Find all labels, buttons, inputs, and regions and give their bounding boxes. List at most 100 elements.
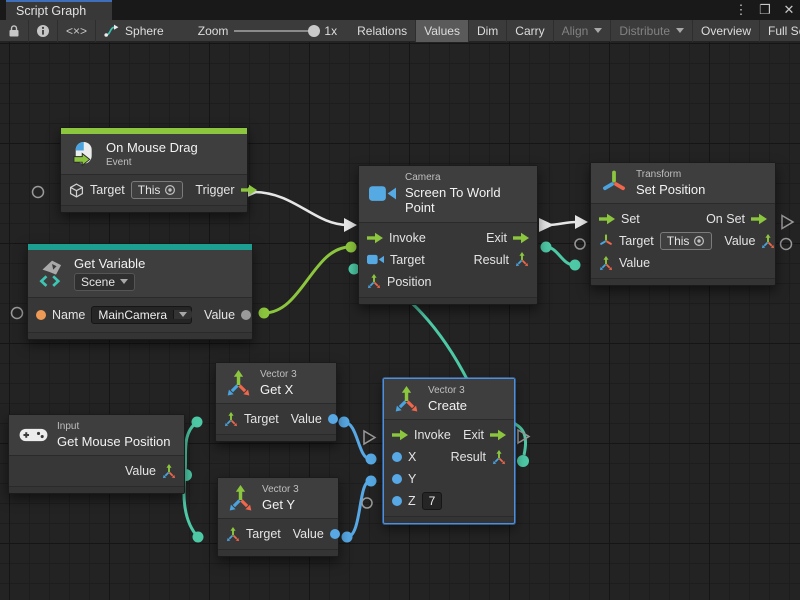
- value-output-port[interactable]: [241, 310, 251, 320]
- vector3-port-icon[interactable]: [515, 252, 529, 267]
- vector3-icon: [394, 386, 419, 413]
- node-header: Get Variable Scene: [28, 250, 252, 297]
- graph-name: Sphere: [125, 24, 164, 38]
- node-body: Target This Trigger: [61, 174, 247, 205]
- variable-picker-button[interactable]: [173, 310, 192, 319]
- dim-button[interactable]: Dim: [469, 20, 507, 42]
- wire-end-arrow-icon: [575, 215, 588, 229]
- node-category: Camera: [405, 172, 527, 184]
- wire-endpoint-dot: [570, 260, 581, 271]
- variable-scope-dropdown[interactable]: Scene: [74, 273, 135, 291]
- node-get-y[interactable]: Vector 3 Get Y Target Value: [217, 477, 339, 557]
- graph-breadcrumb[interactable]: Sphere: [96, 20, 172, 42]
- name-input-port[interactable]: [36, 310, 46, 320]
- node-footer: [61, 205, 247, 212]
- graph-canvas[interactable]: On Mouse Drag Event Target This Trigger: [0, 42, 800, 600]
- vector3-port-icon[interactable]: [761, 234, 775, 249]
- chevron-down-icon: [676, 28, 684, 33]
- vector3-port-icon[interactable]: [224, 412, 238, 427]
- y-input-port[interactable]: [392, 474, 402, 484]
- port-label-target: Target: [246, 527, 281, 541]
- button-label: Align: [562, 24, 589, 38]
- port-label-on-set: On Set: [706, 212, 745, 226]
- vector3-port-icon[interactable]: [162, 464, 176, 479]
- flow-output-port[interactable]: [751, 213, 767, 225]
- node-get-x[interactable]: Vector 3 Get X Target Value: [215, 362, 337, 442]
- scope-value: Scene: [81, 275, 115, 289]
- z-value-field[interactable]: 7: [422, 492, 443, 510]
- wire-endpoint-dot: [259, 308, 270, 319]
- vector3-port-icon[interactable]: [367, 274, 381, 289]
- node-header: Vector 3 Get X: [216, 363, 336, 403]
- full-screen-button[interactable]: Full Screen: [760, 20, 800, 42]
- x-input-port[interactable]: [392, 452, 402, 462]
- vector3-port-icon[interactable]: [599, 256, 613, 271]
- button-label: Overview: [701, 24, 751, 38]
- vector3-port-icon[interactable]: [492, 450, 506, 465]
- port-label-value: Value: [125, 464, 156, 478]
- node-title: Get Mouse Position: [57, 434, 170, 450]
- flow-output-port[interactable]: [513, 232, 529, 244]
- relations-button[interactable]: Relations: [349, 20, 416, 42]
- vector3-icon: [228, 485, 253, 512]
- variable-name-field[interactable]: MainCamera: [91, 306, 192, 324]
- self-target-icon: [693, 235, 705, 247]
- node-footer: [216, 434, 336, 441]
- node-title: Get X: [260, 382, 297, 398]
- gameobject-cube-icon[interactable]: [69, 183, 84, 198]
- values-button[interactable]: Values: [416, 20, 469, 42]
- node-footer: [28, 332, 252, 339]
- button-label: Relations: [357, 24, 407, 38]
- overview-button[interactable]: Overview: [693, 20, 760, 42]
- flow-input-port[interactable]: [392, 429, 408, 441]
- edit-graph-button[interactable]: <×>: [58, 20, 96, 42]
- maximize-icon[interactable]: ❐: [758, 2, 772, 18]
- camera-icon: [369, 185, 396, 202]
- unity-script-graph-window: Script Graph ⋮ ❐ ✕ <×>: [0, 0, 800, 600]
- port-label-target: Target: [619, 234, 654, 248]
- flow-input-port[interactable]: [367, 232, 383, 244]
- close-icon[interactable]: ✕: [782, 2, 796, 18]
- carry-button[interactable]: Carry: [507, 20, 553, 42]
- vector3-port-icon[interactable]: [226, 527, 240, 542]
- zoom-slider[interactable]: [234, 30, 318, 32]
- value-output-port[interactable]: [328, 414, 338, 424]
- node-body: Target Value: [216, 403, 336, 434]
- lock-button[interactable]: [0, 20, 29, 42]
- window-menu-icon[interactable]: ⋮: [734, 2, 748, 18]
- node-footer: [218, 549, 338, 556]
- target-this-field[interactable]: This: [131, 181, 184, 199]
- info-button[interactable]: [29, 20, 58, 42]
- port-label-value: Value: [204, 308, 235, 322]
- node-on-mouse-drag[interactable]: On Mouse Drag Event Target This Trigger: [60, 127, 248, 213]
- value-output-port[interactable]: [330, 529, 340, 539]
- flow-output-port[interactable]: [490, 429, 506, 441]
- node-body: Target Value: [218, 518, 338, 549]
- port-label-target: Target: [90, 183, 125, 197]
- node-title: Get Variable: [74, 256, 145, 272]
- flow-input-port[interactable]: [599, 213, 615, 225]
- node-set-position[interactable]: Transform Set Position Set On Set Target…: [590, 162, 776, 286]
- node-get-mouse-position[interactable]: Input Get Mouse Position Value: [8, 414, 185, 494]
- target-this-field[interactable]: This: [660, 232, 713, 250]
- node-body: Invoke Exit Target Result Position: [359, 222, 537, 297]
- flow-output-port[interactable]: [241, 184, 257, 196]
- node-screen-to-world-point[interactable]: Camera Screen To World Point Invoke Exit…: [358, 165, 538, 305]
- node-vector3-create[interactable]: Vector 3 Create Invoke Exit X Result: [383, 378, 515, 524]
- distribute-dropdown[interactable]: Distribute: [611, 20, 693, 42]
- align-dropdown[interactable]: Align: [554, 20, 612, 42]
- port-label-value: Value: [293, 527, 324, 541]
- transform-icon: [601, 170, 627, 196]
- camera-port-icon[interactable]: [367, 254, 384, 265]
- node-header: On Mouse Drag Event: [61, 134, 247, 174]
- unconnected-port-circle: [575, 239, 585, 249]
- z-input-port[interactable]: [392, 496, 402, 506]
- port-label-value-out: Value: [724, 234, 755, 248]
- transform-port-icon[interactable]: [599, 234, 613, 248]
- node-category: Input: [57, 421, 170, 433]
- node-get-variable[interactable]: Get Variable Scene Name MainCamera: [27, 243, 253, 340]
- zoom-slider-handle[interactable]: [308, 25, 320, 37]
- button-label: Carry: [515, 24, 544, 38]
- tab-script-graph[interactable]: Script Graph: [6, 0, 112, 20]
- port-label-value-in: Value: [619, 256, 650, 270]
